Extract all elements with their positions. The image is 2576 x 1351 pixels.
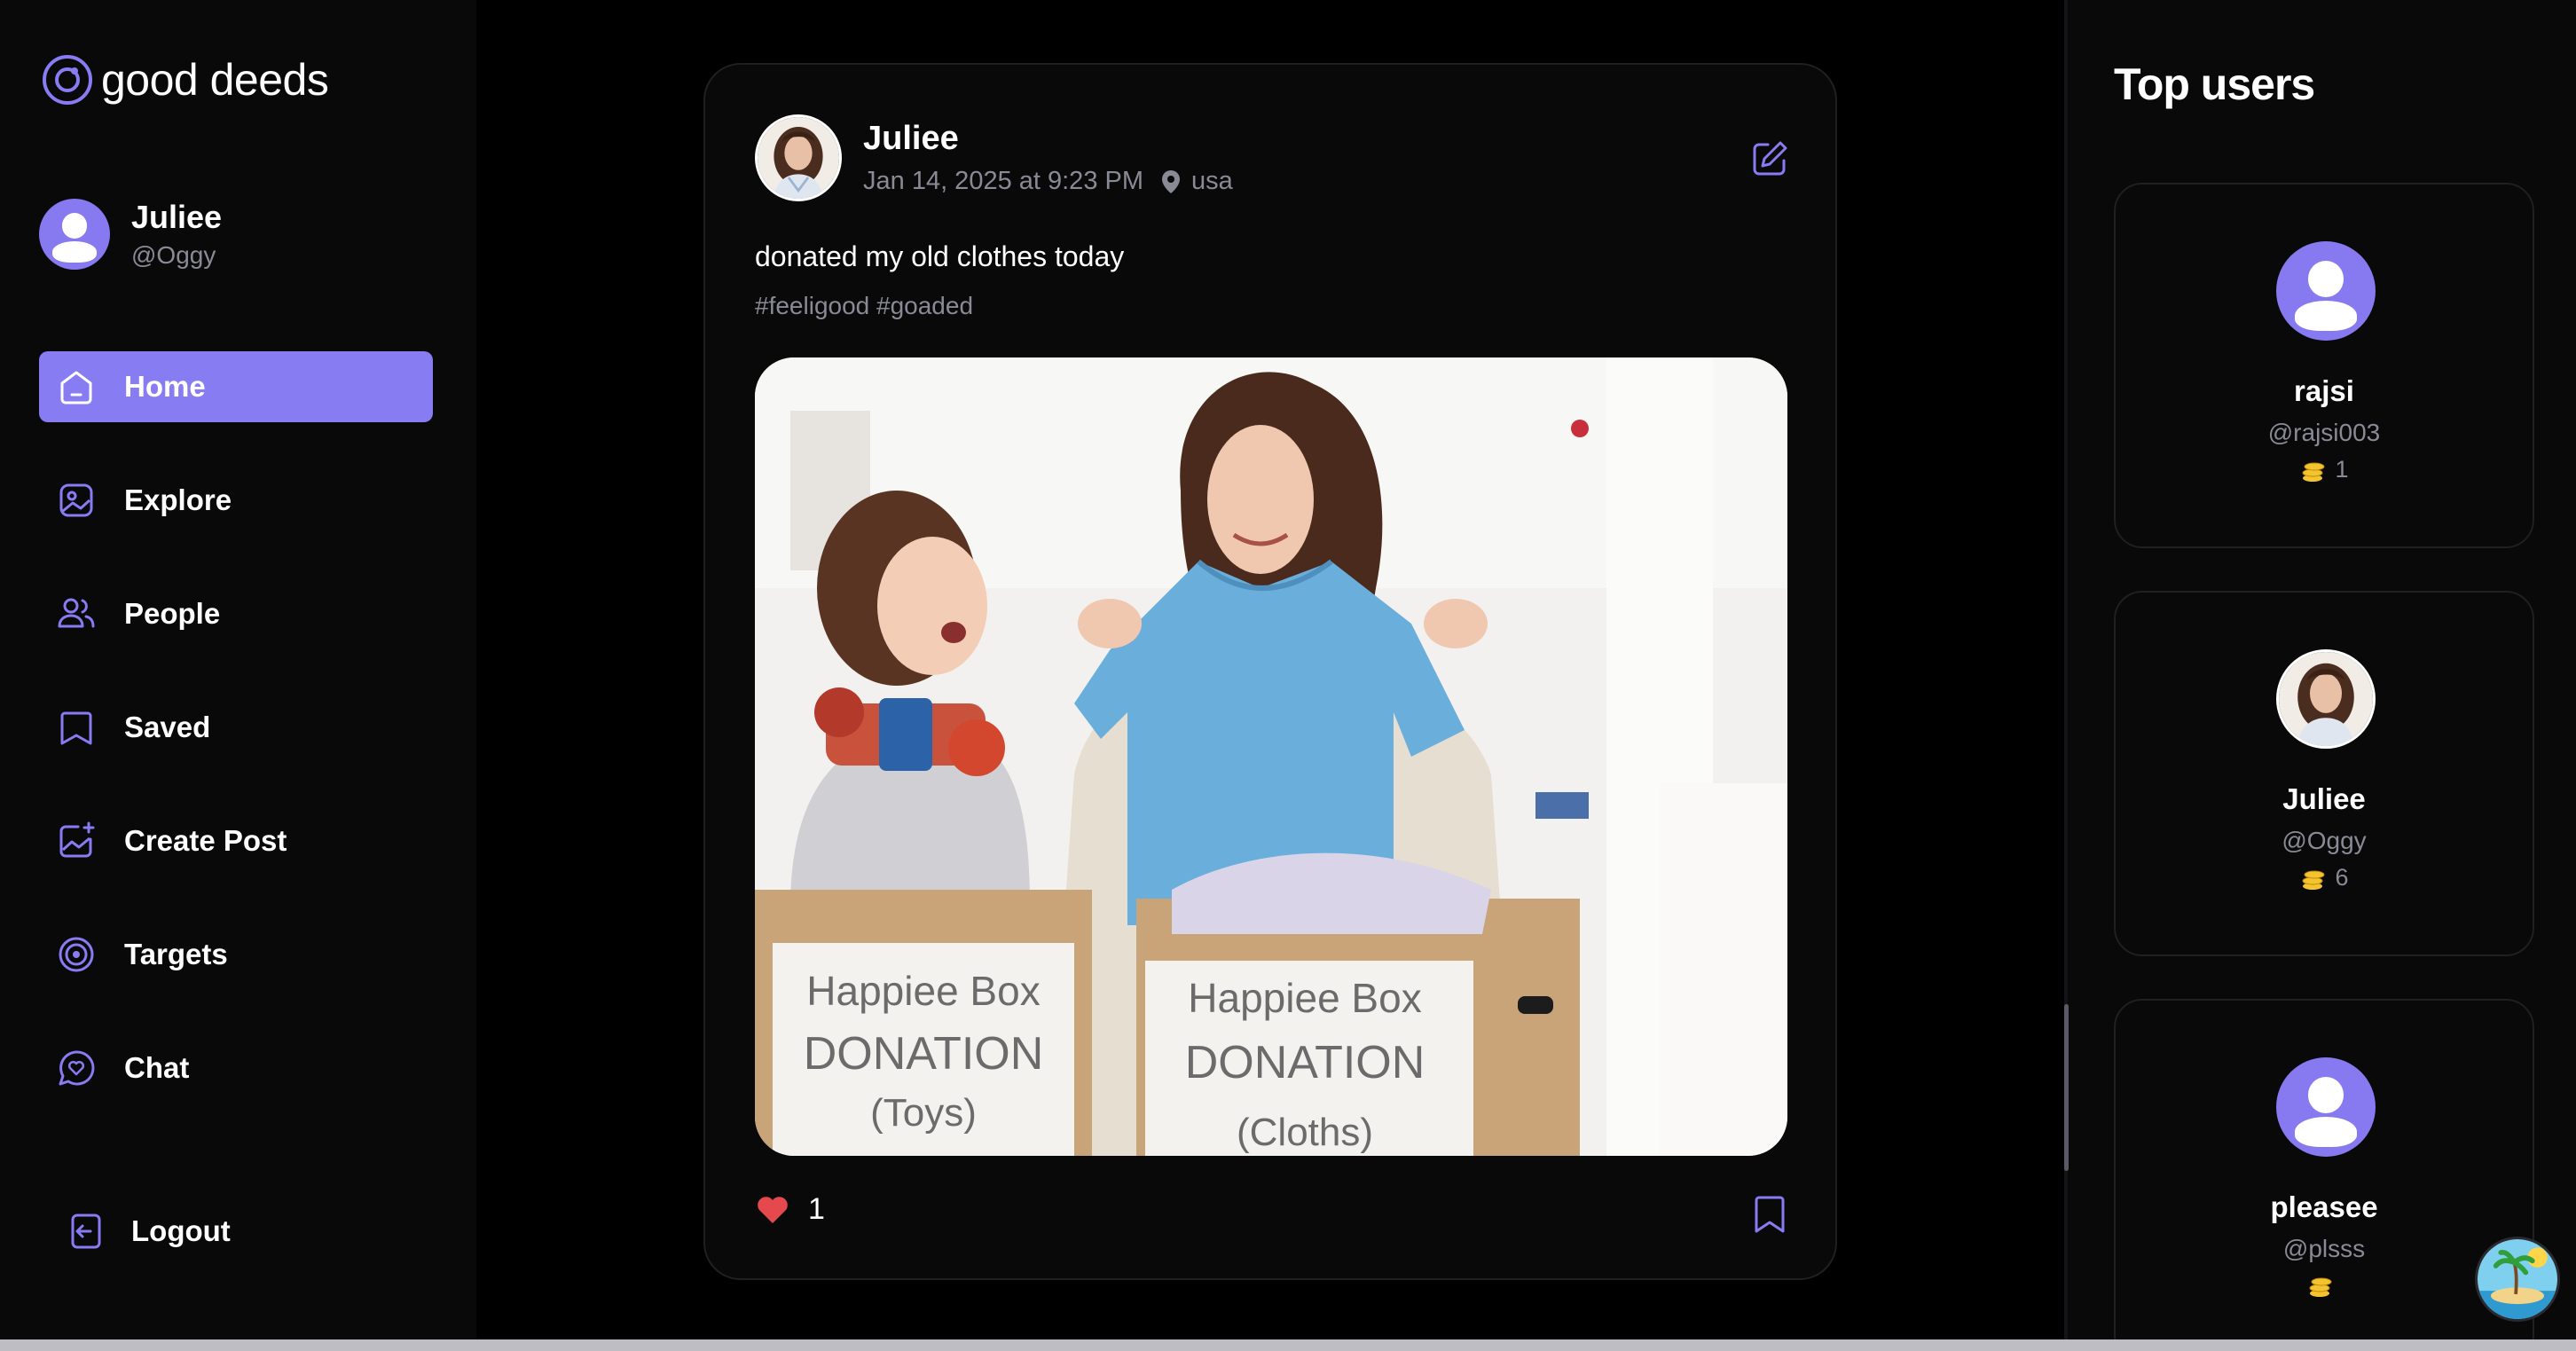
avatar-photo [758,117,839,199]
scrollbar-thumb[interactable] [2064,1004,2069,1171]
nav-label: People [124,597,221,630]
people-icon [58,598,95,628]
post-tags[interactable]: #feeligood #goaded [755,292,973,320]
avatar [2276,1057,2376,1157]
logout-icon [71,1214,101,1249]
brand-logo[interactable]: good deeds [41,53,329,106]
bookmark-icon [60,711,92,745]
chat-icon [59,1050,95,1086]
user-score: 1 [2116,456,2533,483]
user-score [2116,1272,2533,1299]
like-button[interactable]: 1 [755,1191,825,1227]
user-score-value: 1 [2335,456,2349,483]
user-name: rajsi [2294,374,2354,407]
coin-stack-icon [2302,462,2325,482]
nav-item-targets[interactable]: Targets [39,919,433,990]
window-bottom-edge [0,1339,2576,1351]
avatar [2276,649,2376,749]
post-header: Juliee Jan 14, 2025 at 9:23 PM usa [755,114,1233,201]
avatar [39,199,110,270]
target-icon [59,937,94,972]
post-actions: 1 [755,1191,1787,1245]
user-card[interactable]: pleasee @plsss [2114,999,2534,1351]
user-handle: @rajsi003 [2267,419,2381,446]
bookmark-icon[interactable] [1752,1195,1787,1234]
box-left-title: Happiee Box [806,968,1040,1014]
avatar-photo [2279,652,2373,746]
logout-label: Logout [131,1214,231,1247]
nav-item-home[interactable]: Home [39,351,433,422]
nav-item-create-post[interactable]: Create Post [39,805,433,876]
author-avatar[interactable] [755,114,842,201]
post-card: Juliee Jan 14, 2025 at 9:23 PM usa donat… [703,63,1837,1280]
profile-name: Juliee [131,199,223,235]
avatar [2276,241,2376,341]
coin-stack-icon [2309,1277,2332,1297]
post-location: usa [1191,167,1233,195]
nav-item-chat[interactable]: Chat [39,1033,433,1104]
box-right-sub: (Cloths) [1237,1111,1373,1154]
top-users-panel: Top users rajsi @rajsi003 1 Juliee @Oggy… [2064,0,2576,1351]
box-right-type: DONATION [1185,1037,1425,1088]
coin-stack-icon [2302,870,2325,890]
post-author[interactable]: Juliee [863,120,1233,158]
create-post-icon [59,821,95,858]
user-card[interactable]: rajsi @rajsi003 1 [2114,183,2534,548]
nav-label: Targets [124,938,228,970]
floating-widget-button[interactable] [2475,1237,2560,1322]
explore-icon [59,483,93,517]
box-left-sub: (Toys) [870,1091,977,1135]
nav-item-saved[interactable]: Saved [39,692,433,763]
like-count: 1 [808,1191,825,1226]
box-right-title: Happiee Box [1188,975,1421,1021]
user-score-value: 6 [2335,864,2349,891]
nav-label: Chat [124,1051,190,1084]
target-logo-icon [43,55,92,105]
current-user-profile[interactable]: Juliee @Oggy [39,199,222,270]
nav-item-people[interactable]: People [39,578,433,649]
profile-handle: @Oggy [131,241,216,269]
home-icon [60,371,92,405]
post-caption: donated my old clothes today [755,240,1125,272]
box-left-type: DONATION [804,1028,1044,1080]
location-pin-icon [1162,169,1180,193]
user-score: 6 [2116,864,2533,892]
nav-label: Create Post [124,824,287,857]
left-sidebar: good deeds Juliee @Oggy Home Explore Peo… [0,0,476,1339]
brand-name: good deeds [101,55,329,105]
nav-label: Saved [124,711,211,743]
post-image[interactable]: Happiee Box DONATION (Toys) Happiee Box … [755,357,1787,1156]
user-name: pleasee [2270,1190,2378,1223]
donation-photo: Happiee Box DONATION (Toys) Happiee Box … [755,357,1787,1156]
island-icon [2478,1239,2557,1319]
user-handle: @plsss [2282,1235,2366,1262]
nav-item-explore[interactable]: Explore [39,465,433,536]
user-handle: @Oggy [2281,827,2367,854]
top-users-title: Top users [2114,59,2315,109]
user-card[interactable]: Juliee @Oggy 6 [2114,591,2534,956]
post-timestamp: Jan 14, 2025 at 9:23 PM [863,167,1143,195]
user-name: Juliee [2282,782,2366,815]
heart-icon [758,1197,788,1223]
nav-label: Home [124,370,206,403]
edit-icon[interactable] [1750,139,1789,178]
nav-label: Explore [124,483,232,516]
logout-button[interactable]: Logout [64,1210,231,1253]
